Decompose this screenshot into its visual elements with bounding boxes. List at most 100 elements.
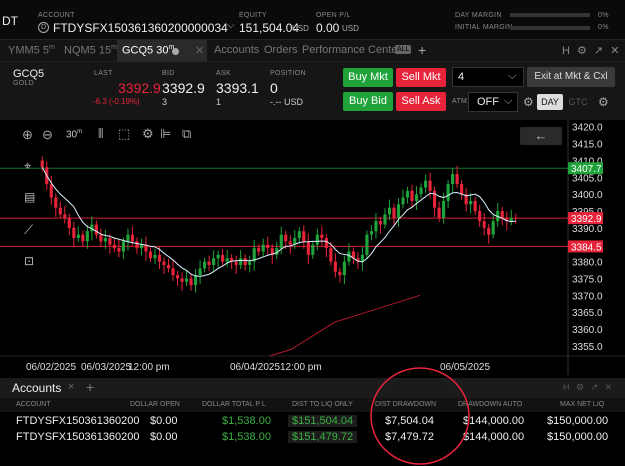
candle-body	[130, 234, 135, 242]
candle-body	[491, 221, 495, 235]
back-arrow-icon[interactable]: ←	[520, 127, 562, 145]
candle-body	[162, 261, 166, 265]
cell-max-net-liq: $150,000.00	[547, 431, 609, 443]
y-tick-label: 3380.0	[572, 258, 603, 269]
x-tick-label: 12:00 pm	[128, 362, 170, 373]
candle-body	[99, 234, 103, 242]
bid-price: 3392.9	[162, 80, 205, 96]
symbol: GCQ5	[13, 68, 45, 80]
tab-performance-center[interactable]: Performance Center	[302, 44, 401, 56]
candle-body	[378, 221, 383, 225]
zoom-in-icon[interactable]: ⊕	[22, 127, 33, 143]
candle-body	[157, 254, 162, 262]
candle-body	[108, 238, 112, 245]
atm-select[interactable]: OFF ⌵	[468, 92, 518, 112]
day-toggle[interactable]: DAY	[537, 94, 563, 110]
add-tab-icon[interactable]: +	[418, 42, 426, 58]
sell-ask-button[interactable]: Sell Ask	[396, 92, 446, 111]
candle-body	[139, 244, 144, 249]
moving-average-line	[41, 166, 516, 277]
indicators-icon[interactable]: ⊫	[160, 126, 171, 142]
gear-icon[interactable]: ⚙	[598, 95, 609, 109]
candle-body	[266, 244, 270, 249]
buy-bid-button[interactable]: Buy Bid	[343, 92, 393, 111]
accounts-title[interactable]: Accounts	[12, 381, 61, 395]
candle-body	[203, 261, 207, 269]
chart-svg[interactable]: 3420.03415.03410.03405.03400.03395.03390…	[0, 120, 625, 375]
candle-body	[198, 268, 202, 276]
quantity-input[interactable]: 4 ⌵	[452, 67, 524, 87]
tab-nqm5[interactable]: NQM5 15m	[64, 44, 117, 57]
candle-body	[243, 258, 247, 265]
account-select[interactable]: FTDYSFX150361360200000034	[53, 21, 228, 35]
crosshair-icon[interactable]: ⌖	[24, 158, 31, 174]
last-label: LAST	[94, 70, 113, 77]
buy-mkt-button[interactable]: Buy Mkt	[343, 68, 393, 87]
col-account[interactable]: ACCOUNT	[16, 401, 51, 408]
tab-orders[interactable]: Orders	[264, 44, 298, 56]
candle-body	[500, 211, 504, 218]
accounts-table-header: ACCOUNT DOLLAR OPEN DOLLAR TOTAL P L DIS…	[0, 398, 625, 412]
candle-body	[297, 231, 301, 238]
gtc-toggle[interactable]: GTC	[565, 94, 591, 110]
col-dollar-open[interactable]: DOLLAR OPEN	[130, 401, 180, 408]
ask-price: 3393.1	[216, 80, 259, 96]
calendar-icon[interactable]: ▤	[24, 190, 35, 204]
all-badge[interactable]: ALL	[395, 45, 412, 54]
layout-icon[interactable]: ⧉	[182, 126, 191, 142]
candle-body	[193, 275, 198, 286]
accounts-window-icons[interactable]: H ⚙ ↗ ✕	[563, 382, 614, 393]
candle-body	[396, 204, 401, 218]
candle-body	[261, 244, 265, 252]
crosshair-box-icon[interactable]: ⬚	[118, 126, 130, 142]
y-tick-label: 3390.0	[572, 224, 603, 235]
close-icon[interactable]: ×	[68, 381, 74, 393]
candle-type-icon[interactable]: ⫴	[98, 126, 103, 142]
tab-accounts[interactable]: Accounts	[214, 44, 259, 56]
tab-ymm5[interactable]: YMM5 5m	[8, 44, 55, 57]
close-icon[interactable]: ✕	[195, 44, 204, 57]
candle-body	[437, 207, 441, 218]
table-row[interactable]: FTDYSFX150361360200 $0.00 $1,538.00 $151…	[0, 414, 625, 429]
tab-window-icons[interactable]: H ⚙ ↗ ✕	[562, 44, 621, 57]
position-usd: -.-- USD	[270, 97, 303, 107]
cell-total-pl: $1,538.00	[222, 431, 271, 443]
candle-body	[338, 271, 342, 276]
price-chart[interactable]: 3420.03415.03410.03405.03400.03395.03390…	[0, 120, 625, 375]
openpl-unit: USD	[342, 24, 359, 33]
cell-dollar-open: $0.00	[150, 431, 178, 443]
x-tick-label: 06/02/2025	[26, 362, 76, 373]
chevron-down-icon[interactable]: ⌵	[227, 20, 235, 31]
line-tool-icon[interactable]: ⟋	[24, 222, 33, 238]
interval-select[interactable]: 30m	[66, 129, 82, 140]
day-margin-pct: 0%	[598, 12, 609, 19]
tab-gcq5[interactable]: GCQ5 30m	[122, 44, 174, 57]
add-icon[interactable]: +	[86, 379, 94, 395]
equity-label: EQUITY	[239, 12, 267, 19]
candle-body	[257, 248, 261, 252]
candle-body	[135, 241, 139, 249]
zoom-out-icon[interactable]: ⊖	[42, 127, 53, 143]
exit-at-mkt-button[interactable]: Exit at Mkt & Cxl	[527, 67, 615, 87]
position-label: POSITION	[270, 70, 306, 77]
candle-body	[153, 254, 157, 259]
lock-icon[interactable]: ⊡	[24, 254, 34, 268]
sell-mkt-button[interactable]: Sell Mkt	[396, 68, 446, 87]
cell-max-net-liq: $150,000.00	[547, 415, 609, 427]
chevron-down-icon[interactable]: ⌵	[508, 70, 516, 83]
candle-body	[329, 248, 333, 262]
candle-body	[166, 264, 171, 269]
y-tick-label: 3375.0	[572, 274, 603, 285]
col-dollar-total-pl[interactable]: DOLLAR TOTAL P L	[202, 401, 266, 408]
chevron-down-icon[interactable]: ⌵	[504, 95, 512, 108]
gear-icon[interactable]: ⚙	[523, 95, 534, 109]
candle-body	[207, 261, 211, 265]
gear-icon[interactable]: ⚙	[142, 126, 154, 142]
col-dist-liq[interactable]: DIST TO LIQ ONLY	[292, 401, 353, 408]
quote-panel: GCQ5 GOLD LAST 3392.9 -6.3 (-0.19%) BID …	[0, 62, 625, 120]
col-max-net-liq[interactable]: MAX NET LIQ	[560, 401, 604, 408]
initial-margin-bar	[510, 26, 590, 30]
position-value: 0	[270, 80, 278, 96]
table-row[interactable]: FTDYSFX150361360200 $0.00 $1,538.00 $151…	[0, 430, 625, 445]
candle-body	[509, 217, 513, 222]
